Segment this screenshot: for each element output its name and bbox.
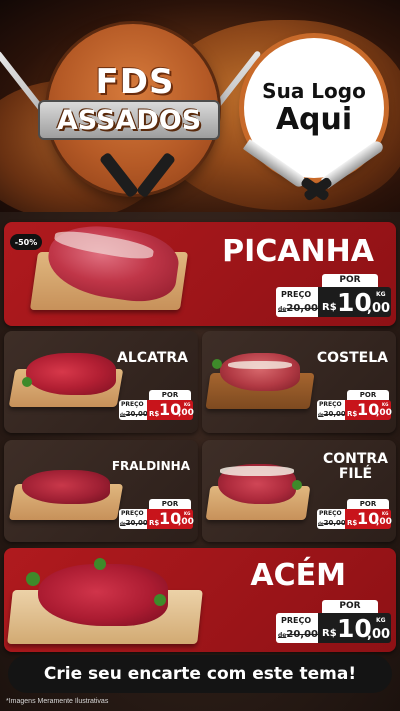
preco-label: PREÇO: [319, 401, 342, 408]
old-price: de20,00: [120, 410, 148, 418]
meat-fat: [228, 361, 292, 369]
title-plate: ASSADOS: [38, 100, 220, 140]
unit-label: KG: [382, 402, 389, 407]
por-label: POR: [347, 499, 389, 509]
currency: R$: [347, 519, 358, 527]
preco-label: PREÇO: [319, 510, 342, 517]
discount-badge: -50%: [10, 234, 42, 250]
herb-garnish: [94, 558, 106, 570]
unit-label: KG: [184, 402, 191, 407]
herb-garnish: [292, 480, 302, 490]
herb-garnish: [26, 572, 40, 586]
por-label: POR: [149, 390, 191, 400]
preco-label: PREÇO: [281, 616, 312, 625]
product-name: ALCATRA: [117, 350, 188, 366]
product-name: COSTELA: [316, 350, 388, 366]
product-name-line1: CONTRA: [322, 451, 388, 467]
product-name: FRALDINHA: [111, 459, 190, 473]
price-decimal: ,00: [178, 408, 194, 418]
unit-label: KG: [376, 617, 386, 624]
cta-banner[interactable]: Crie seu encarte com este tema!: [8, 655, 392, 693]
old-price: de20,00: [318, 519, 346, 527]
price-decimal: ,00: [367, 627, 391, 642]
header-banner: FDS ASSADOS Sua Logo Aqui: [0, 0, 400, 212]
title-line1: FDS: [95, 62, 175, 102]
product-name: PICANHA: [222, 234, 374, 269]
preco-label: PREÇO: [281, 290, 312, 299]
herb-garnish: [212, 359, 222, 369]
meat-image: [38, 564, 168, 626]
currency: R$: [149, 410, 160, 418]
unit-label: KG: [382, 511, 389, 516]
meat-image: [22, 470, 110, 504]
por-label: POR: [322, 274, 378, 287]
disclaimer-text: *Imagens Meramente Ilustrativas: [6, 698, 109, 705]
product-name-line2: FILÉ: [338, 465, 373, 482]
por-label: POR: [322, 600, 378, 613]
preco-label: PREÇO: [121, 401, 144, 408]
logo-text-line2: Aqui: [275, 102, 353, 137]
unit-label: KG: [184, 511, 191, 516]
price-decimal: ,00: [178, 517, 194, 527]
product-name: ACÉM: [250, 558, 346, 593]
old-price: de20,00: [278, 629, 319, 640]
meat-fat: [220, 466, 294, 476]
currency: R$: [347, 410, 358, 418]
currency: R$: [322, 628, 337, 639]
logo-text-line1: Sua Logo: [262, 79, 366, 103]
old-price: de20,00: [120, 519, 148, 527]
old-price: de20,00: [278, 303, 319, 314]
por-label: POR: [149, 499, 191, 509]
price-decimal: ,00: [376, 408, 392, 418]
unit-label: KG: [376, 291, 386, 298]
old-price: de20,00: [318, 410, 346, 418]
meat-image: [26, 353, 116, 395]
price-decimal: ,00: [376, 517, 392, 527]
currency: R$: [322, 302, 337, 313]
price-decimal: ,00: [367, 301, 391, 316]
meat-image: [220, 353, 300, 391]
por-label: POR: [347, 390, 389, 400]
currency: R$: [149, 519, 160, 527]
preco-label: PREÇO: [121, 510, 144, 517]
product-name: CONTRA FILÉ: [323, 452, 388, 481]
herb-garnish: [154, 594, 166, 606]
title-line2: ASSADOS: [56, 104, 202, 136]
herb-garnish: [22, 377, 32, 387]
